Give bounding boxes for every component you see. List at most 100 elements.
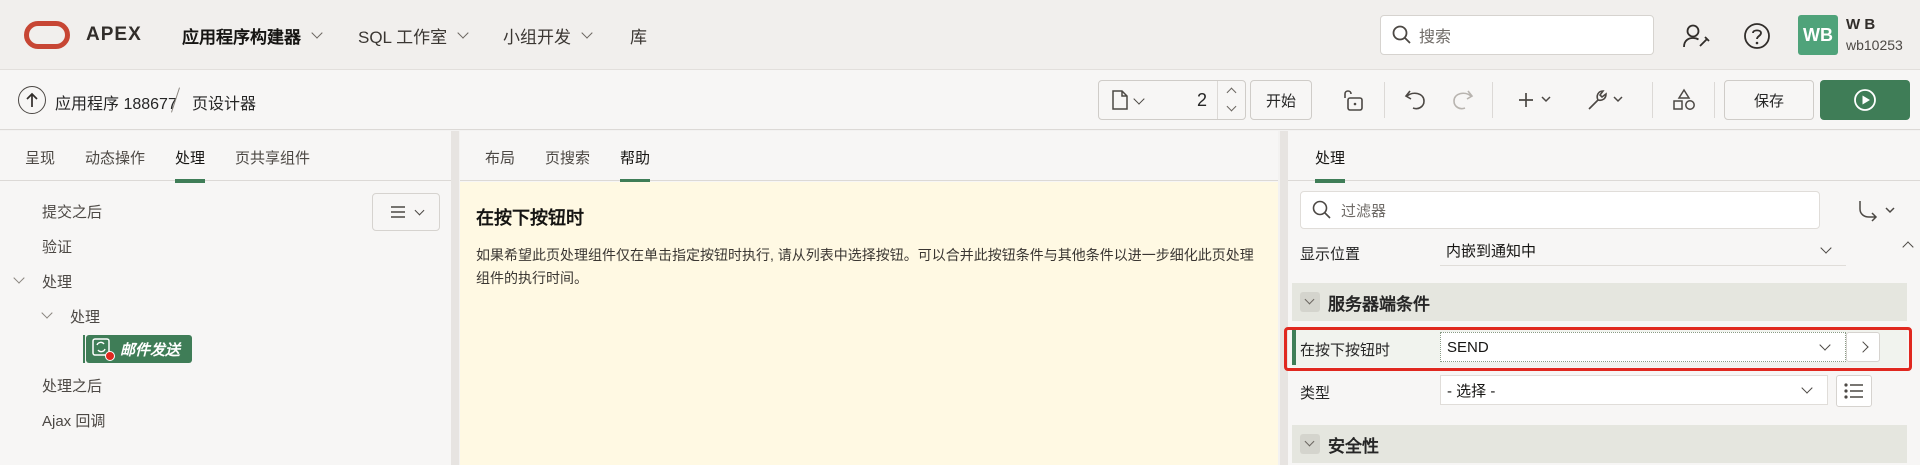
chevron-down-icon bbox=[311, 26, 323, 39]
run-button[interactable] bbox=[1820, 80, 1910, 120]
admin-user-icon[interactable] bbox=[1680, 20, 1712, 52]
tree-item-send-email[interactable]: 邮件发送 bbox=[86, 335, 192, 363]
help-content: 在按下按钮时 如果希望此页处理组件仅在单击指定按钮时执行, 请从列表中选择按钮。… bbox=[460, 182, 1278, 465]
nav-label: 小组开发 bbox=[503, 27, 571, 47]
nav-gallery[interactable]: 库 bbox=[630, 0, 647, 70]
search-placeholder: 搜索 bbox=[1419, 29, 1452, 46]
chevron-down-icon bbox=[1300, 434, 1320, 454]
tab-dynamic-actions[interactable]: 动态操作 bbox=[85, 147, 145, 168]
tab-help[interactable]: 帮助 bbox=[620, 147, 651, 183]
nav-label: 应用程序构建器 bbox=[182, 27, 301, 47]
tab-rendering[interactable]: 呈现 bbox=[25, 147, 55, 168]
scroll-up-icon[interactable] bbox=[1902, 241, 1914, 253]
avatar[interactable]: WB bbox=[1798, 15, 1838, 55]
display-location-select[interactable]: 内嵌到通知中 bbox=[1440, 236, 1846, 266]
group-title: 服务器端条件 bbox=[1328, 294, 1430, 314]
top-header: APEX 应用程序构建器 SQL 工作室 小组开发 库 搜索 WB W B wb… bbox=[0, 0, 1920, 70]
go-to-group-button[interactable] bbox=[1854, 197, 1904, 225]
play-icon bbox=[1854, 89, 1876, 111]
left-pane: 呈现 动态操作 处理 页共享组件 提交之后 验证 处理 处理 邮件发送 处理之后… bbox=[0, 131, 451, 465]
focus-highlight bbox=[1284, 327, 1912, 371]
group-server-side-condition[interactable]: 服务器端条件 bbox=[1292, 283, 1907, 321]
tab-page-shared-components[interactable]: 页共享组件 bbox=[235, 147, 310, 168]
page-number-input[interactable]: 2 bbox=[1197, 90, 1207, 111]
list-of-values-button[interactable] bbox=[1836, 375, 1872, 407]
property-filter-input[interactable]: 过滤器 bbox=[1300, 191, 1820, 229]
go-button[interactable]: 开始 bbox=[1250, 80, 1312, 120]
redo-icon[interactable] bbox=[1446, 80, 1478, 120]
left-tabs: 呈现 动态操作 处理 页共享组件 bbox=[0, 131, 451, 183]
filter-placeholder: 过滤器 bbox=[1341, 202, 1387, 220]
nav-sql-workshop[interactable]: SQL 工作室 bbox=[358, 0, 469, 70]
help-title: 在按下按钮时 bbox=[476, 208, 584, 228]
save-button[interactable]: 保存 bbox=[1724, 80, 1814, 120]
arrow-up-icon[interactable] bbox=[18, 86, 46, 114]
chevron-down-icon bbox=[1801, 382, 1813, 394]
undo-icon[interactable] bbox=[1400, 80, 1432, 120]
page-selector[interactable]: 2 bbox=[1098, 80, 1246, 120]
tree-menu-button[interactable] bbox=[372, 193, 440, 231]
page-designer-toolbar: 应用程序 188677 页设计器 bbox=[0, 70, 1920, 130]
tab-page-search[interactable]: 页搜索 bbox=[545, 147, 590, 168]
tree-item-processing[interactable]: 处理 bbox=[42, 271, 72, 292]
tree-item-validation[interactable]: 验证 bbox=[42, 236, 72, 257]
search-icon bbox=[1392, 25, 1411, 44]
toolbar-divider bbox=[1714, 82, 1715, 118]
tree-item-label: 邮件发送 bbox=[120, 341, 181, 359]
tree-item-after-processing[interactable]: 处理之后 bbox=[42, 375, 102, 396]
help-icon[interactable] bbox=[1741, 20, 1773, 52]
utilities-menu-button[interactable] bbox=[1586, 80, 1630, 120]
chevron-down-icon bbox=[1300, 292, 1320, 312]
nav-app-builder[interactable]: 应用程序构建器 bbox=[182, 0, 323, 70]
display-location-value: 内嵌到通知中 bbox=[1446, 243, 1537, 260]
global-search-input[interactable]: 搜索 bbox=[1380, 15, 1654, 55]
display-location-label: 显示位置 bbox=[1300, 246, 1361, 263]
chevron-down-icon[interactable] bbox=[1226, 101, 1237, 112]
user-id: wb10253 bbox=[1846, 37, 1903, 53]
property-editor: 处理 过滤器 显示位置 内嵌到通知中 服务器端条件 在按下按钮时 SEND 类型… bbox=[1288, 131, 1920, 465]
unlock-icon[interactable] bbox=[1338, 80, 1370, 120]
tab-processing-props[interactable]: 处理 bbox=[1315, 147, 1346, 183]
tree-connector bbox=[83, 335, 85, 363]
create-menu-button[interactable] bbox=[1516, 80, 1560, 120]
tab-layout[interactable]: 布局 bbox=[485, 147, 515, 168]
toolbar-divider bbox=[1384, 82, 1385, 118]
chevron-down-icon[interactable] bbox=[41, 307, 53, 319]
type-label: 类型 bbox=[1300, 385, 1331, 402]
brand-name[interactable]: APEX bbox=[86, 24, 142, 46]
type-value: - 选择 - bbox=[1447, 382, 1496, 400]
tree-item-processing-child[interactable]: 处理 bbox=[70, 306, 100, 327]
chevron-up-icon[interactable] bbox=[1226, 87, 1237, 98]
breadcrumb-page-designer: 页设计器 bbox=[192, 96, 257, 113]
go-to-icon bbox=[1859, 201, 1895, 222]
chevron-down-icon bbox=[414, 205, 424, 215]
tab-processing[interactable]: 处理 bbox=[175, 147, 206, 183]
plus-icon bbox=[1519, 93, 1551, 107]
left-splitter[interactable] bbox=[451, 131, 459, 465]
tree-item-after-submit[interactable]: 提交之后 bbox=[42, 201, 102, 222]
user-name: W B bbox=[1846, 16, 1876, 33]
central-tabs: 布局 页搜索 帮助 bbox=[460, 131, 1278, 183]
toolbar-divider bbox=[1492, 82, 1493, 118]
help-text: 如果希望此页处理组件仅在单击指定按钮时执行, 请从列表中选择按钮。可以合并此按钮… bbox=[476, 247, 1254, 286]
breadcrumb-app[interactable]: 应用程序 188677 bbox=[55, 90, 177, 114]
chevron-down-icon bbox=[1820, 242, 1832, 254]
page-icon bbox=[1112, 90, 1128, 110]
hamburger-icon bbox=[390, 206, 405, 218]
chevron-down-icon[interactable] bbox=[13, 272, 25, 284]
type-select[interactable]: - 选择 - bbox=[1440, 375, 1828, 405]
nav-team-dev[interactable]: 小组开发 bbox=[503, 0, 593, 70]
shared-components-icon[interactable] bbox=[1668, 80, 1700, 120]
chevron-down-icon bbox=[457, 26, 469, 39]
list-icon bbox=[1844, 383, 1863, 399]
group-security[interactable]: 安全性 bbox=[1292, 425, 1907, 463]
search-icon bbox=[1312, 200, 1331, 219]
chevron-down-icon bbox=[1133, 93, 1145, 105]
nav-label: SQL 工作室 bbox=[358, 27, 448, 47]
page-stepper[interactable] bbox=[1217, 81, 1245, 119]
tree-item-ajax-callback[interactable]: Ajax 回调 bbox=[42, 410, 105, 431]
oracle-logo-icon[interactable] bbox=[24, 21, 70, 49]
central-pane: 布局 页搜索 帮助 在按下按钮时 如果希望此页处理组件仅在单击指定按钮时执行, … bbox=[460, 131, 1278, 465]
wrench-icon bbox=[1588, 90, 1623, 110]
right-splitter[interactable] bbox=[1280, 131, 1288, 465]
